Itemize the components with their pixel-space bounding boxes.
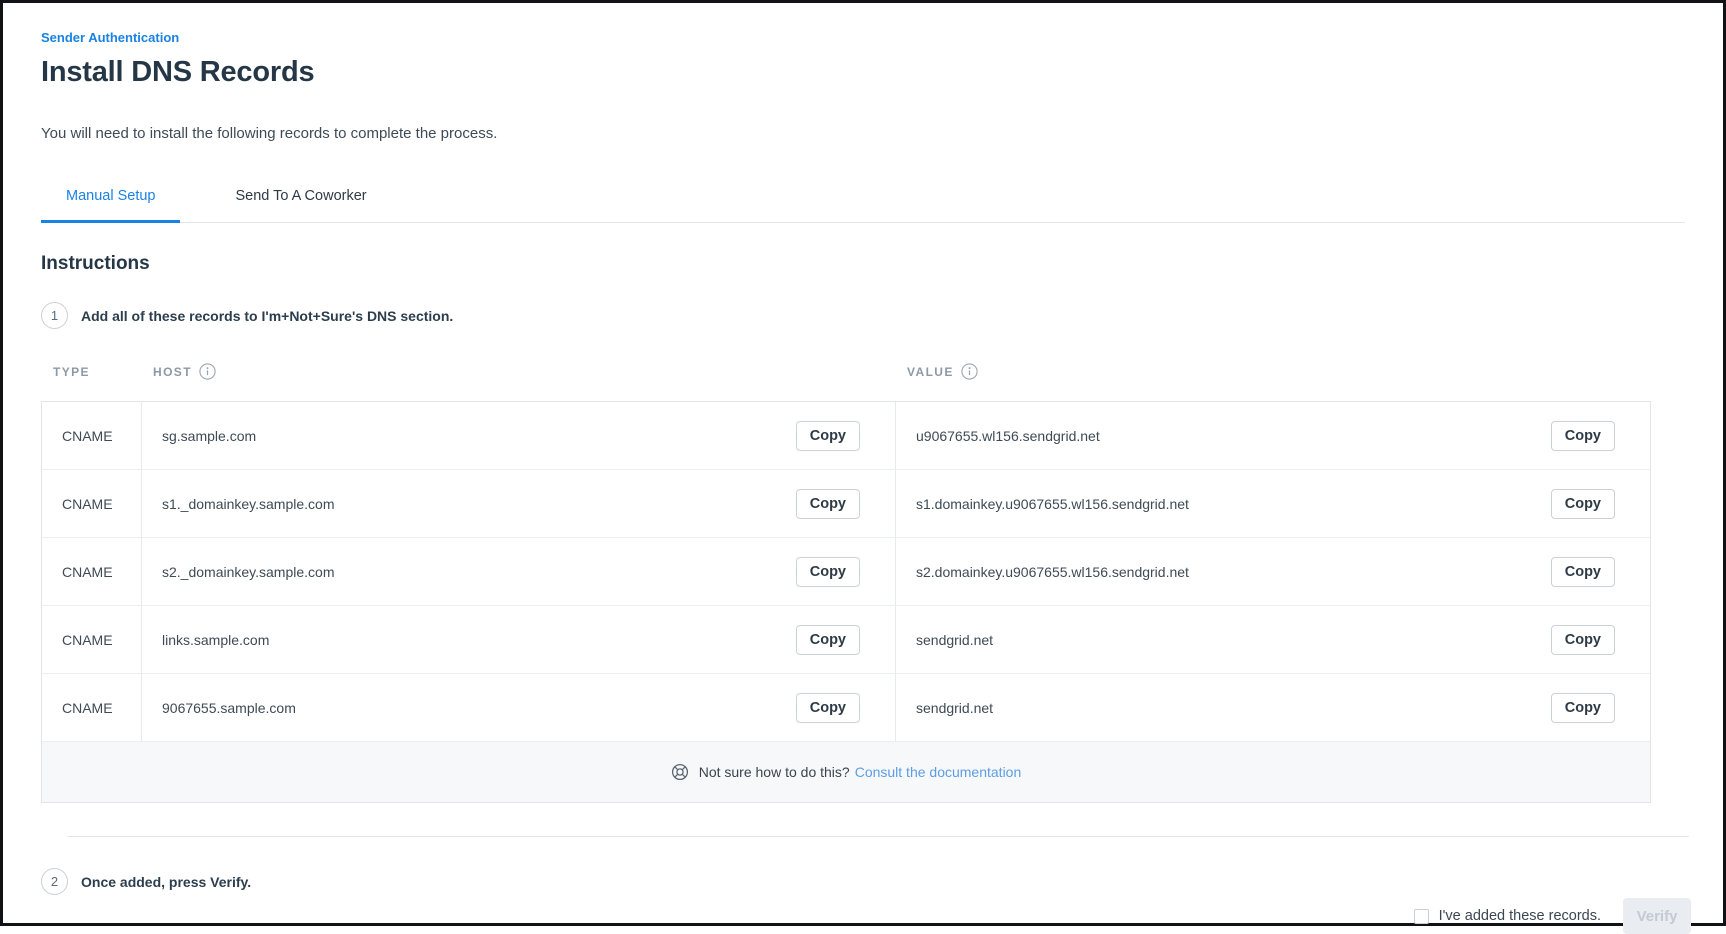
record-type: CNAME xyxy=(42,470,142,537)
record-host: sg.sample.com xyxy=(162,428,256,444)
step-2: 2 Once added, press Verify. xyxy=(41,868,1685,895)
verify-controls: I've added these records. Verify xyxy=(41,898,1691,934)
copy-host-button[interactable]: Copy xyxy=(796,557,860,587)
table-row: CNAME s1._domainkey.sample.com Copy s1.d… xyxy=(42,470,1650,538)
page-content: Sender Authentication Install DNS Record… xyxy=(3,3,1723,934)
table-row: CNAME 9067655.sample.com Copy sendgrid.n… xyxy=(42,674,1650,742)
step-1-number: 1 xyxy=(41,302,68,329)
record-type: CNAME xyxy=(42,606,142,673)
table-row: CNAME sg.sample.com Copy u9067655.wl156.… xyxy=(42,402,1650,470)
record-host: s1._domainkey.sample.com xyxy=(162,496,334,512)
column-header-value: VALUE xyxy=(895,363,1651,380)
record-value-cell: s1.domainkey.u9067655.wl156.sendgrid.net… xyxy=(896,470,1650,537)
help-question-text: Not sure how to do this? xyxy=(699,764,850,780)
record-value-cell: sendgrid.net Copy xyxy=(896,674,1650,741)
copy-host-button[interactable]: Copy xyxy=(796,625,860,655)
record-value-cell: sendgrid.net Copy xyxy=(896,606,1650,673)
table-help-footer: Not sure how to do this? Consult the doc… xyxy=(42,742,1650,802)
record-host-cell: sg.sample.com Copy xyxy=(142,402,896,469)
setup-tabs: Manual Setup Send To A Coworker xyxy=(41,174,1685,223)
value-header-label: VALUE xyxy=(907,365,954,379)
copy-value-button[interactable]: Copy xyxy=(1551,625,1615,655)
copy-value-button[interactable]: Copy xyxy=(1551,557,1615,587)
record-type: CNAME xyxy=(42,402,142,469)
page-title: Install DNS Records xyxy=(41,56,1685,89)
record-value-cell: s2.domainkey.u9067655.wl156.sendgrid.net… xyxy=(896,538,1650,605)
step-2-number: 2 xyxy=(41,868,68,895)
added-records-checkbox-label[interactable]: I've added these records. xyxy=(1439,908,1601,924)
verify-button[interactable]: Verify xyxy=(1623,898,1691,934)
record-host: 9067655.sample.com xyxy=(162,700,296,716)
host-header-label: HOST xyxy=(153,365,192,379)
dns-records-table: TYPE HOST VALUE CNAME sg.sample.com xyxy=(41,363,1651,803)
table-header-row: TYPE HOST VALUE xyxy=(41,363,1651,380)
column-header-host: HOST xyxy=(141,363,895,380)
record-host-cell: s1._domainkey.sample.com Copy xyxy=(142,470,896,537)
record-host-cell: s2._domainkey.sample.com Copy xyxy=(142,538,896,605)
added-records-checkbox[interactable] xyxy=(1414,909,1429,924)
step-1: 1 Add all of these records to I'm+Not+Su… xyxy=(41,302,1685,329)
page-subtitle: You will need to install the following r… xyxy=(41,125,1685,142)
install-dns-records-page: { "breadcrumb": { "label": "Sender Authe… xyxy=(0,0,1726,926)
record-type: CNAME xyxy=(42,538,142,605)
copy-host-button[interactable]: Copy xyxy=(796,693,860,723)
record-host: links.sample.com xyxy=(162,632,269,648)
record-value: s1.domainkey.u9067655.wl156.sendgrid.net xyxy=(916,496,1189,512)
record-value: sendgrid.net xyxy=(916,632,993,648)
record-value: sendgrid.net xyxy=(916,700,993,716)
step-2-text: Once added, press Verify. xyxy=(81,874,251,890)
record-host-cell: links.sample.com Copy xyxy=(142,606,896,673)
lifebuoy-icon xyxy=(671,763,689,781)
consult-documentation-link[interactable]: Consult the documentation xyxy=(855,764,1022,780)
record-value: s2.domainkey.u9067655.wl156.sendgrid.net xyxy=(916,564,1189,580)
record-host: s2._domainkey.sample.com xyxy=(162,564,334,580)
step-1-text: Add all of these records to I'm+Not+Sure… xyxy=(81,308,453,324)
copy-value-button[interactable]: Copy xyxy=(1551,421,1615,451)
section-divider xyxy=(67,836,1689,837)
host-info-icon[interactable] xyxy=(199,363,216,380)
instructions-heading: Instructions xyxy=(41,253,1685,275)
copy-host-button[interactable]: Copy xyxy=(796,489,860,519)
record-type: CNAME xyxy=(42,674,142,741)
value-info-icon[interactable] xyxy=(961,363,978,380)
record-host-cell: 9067655.sample.com Copy xyxy=(142,674,896,741)
type-header-label: TYPE xyxy=(53,365,90,379)
table-row: CNAME links.sample.com Copy sendgrid.net… xyxy=(42,606,1650,674)
copy-host-button[interactable]: Copy xyxy=(796,421,860,451)
table-body: CNAME sg.sample.com Copy u9067655.wl156.… xyxy=(41,401,1651,803)
tab-send-to-coworker[interactable]: Send To A Coworker xyxy=(210,174,391,223)
record-value-cell: u9067655.wl156.sendgrid.net Copy xyxy=(896,402,1650,469)
copy-value-button[interactable]: Copy xyxy=(1551,489,1615,519)
record-value: u9067655.wl156.sendgrid.net xyxy=(916,428,1100,444)
breadcrumb-sender-authentication[interactable]: Sender Authentication xyxy=(41,30,179,45)
copy-value-button[interactable]: Copy xyxy=(1551,693,1615,723)
tab-manual-setup[interactable]: Manual Setup xyxy=(41,174,180,223)
table-row: CNAME s2._domainkey.sample.com Copy s2.d… xyxy=(42,538,1650,606)
column-header-type: TYPE xyxy=(41,363,141,380)
